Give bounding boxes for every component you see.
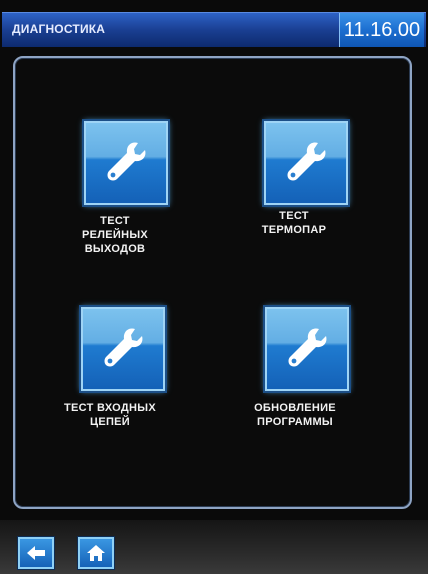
wrench-icon [288, 328, 327, 367]
input-test-label: ТЕСТ ВХОДНЫХ ЦЕПЕЙ [64, 402, 156, 428]
clock-display: 11.16.00 [339, 13, 424, 47]
back-button[interactable] [18, 537, 54, 569]
relay-test-label: ТЕСТ РЕЛЕЙНЫХ ВЫХОДОВ [81, 215, 149, 255]
relay-test-button[interactable] [84, 121, 168, 205]
home-icon [87, 545, 105, 561]
thermocouple-test-button[interactable] [264, 121, 348, 205]
home-button[interactable] [78, 537, 114, 569]
title-bar: ДИАГНОСТИКА 11.16.00 [2, 12, 426, 47]
thermocouple-test-label: ТЕСТ ТЕРМОПАР [261, 210, 327, 236]
software-update-button[interactable] [265, 307, 349, 391]
diagnostics-panel: ТЕСТ РЕЛЕЙНЫХ ВЫХОДОВ ТЕСТ ТЕРМОПАР ТЕСТ… [13, 56, 412, 509]
wrench-icon [104, 328, 143, 367]
page-title: ДИАГНОСТИКА [12, 22, 106, 36]
software-update-label: ОБНОВЛЕНИЕ ПРОГРАММЫ [254, 402, 336, 428]
arrow-left-icon [27, 546, 45, 560]
wrench-icon [287, 142, 326, 181]
input-test-button[interactable] [81, 307, 165, 391]
wrench-icon [107, 142, 146, 181]
bottom-toolbar [0, 520, 428, 574]
